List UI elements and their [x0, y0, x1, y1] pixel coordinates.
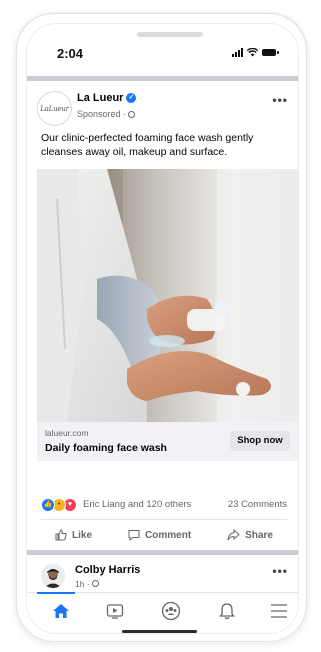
brand-name[interactable]: La Lueur [77, 92, 123, 104]
more-options-icon[interactable]: ••• [272, 93, 288, 107]
next-post-more-icon[interactable]: ••• [272, 564, 288, 578]
signal-icon [232, 48, 243, 57]
brand-logo-text: LaLueur [40, 104, 69, 113]
link-preview-bar[interactable]: lalueur.com Daily foaming face wash Shop… [37, 422, 298, 461]
like-reaction-icon: 👍 [41, 498, 55, 512]
video-icon [106, 604, 124, 619]
post-caption: Our clinic-perfected foaming face wash g… [41, 132, 254, 158]
share-label: Share [245, 529, 273, 541]
comment-icon [128, 530, 140, 541]
comment-label: Comment [145, 529, 192, 541]
share-button[interactable]: Share [227, 529, 273, 541]
post-actions: Like Comment Share [37, 524, 291, 546]
like-label: Like [72, 529, 93, 541]
feed-separator-2 [27, 550, 298, 555]
comment-button[interactable]: Comment [128, 529, 191, 541]
avatar[interactable] [41, 564, 65, 588]
avatar-photo [41, 564, 65, 588]
reaction-names[interactable]: Eric Liang and 120 others [83, 499, 191, 510]
tab-home[interactable] [49, 600, 73, 622]
notifications-icon [219, 603, 235, 620]
link-headline: Daily foaming face wash [45, 442, 167, 454]
home-indicator[interactable] [122, 630, 197, 633]
active-tab-indicator [37, 592, 75, 594]
verified-badge-icon: ✓ [126, 93, 137, 103]
wifi-icon [247, 48, 258, 57]
next-post-author[interactable]: Colby Harris [75, 564, 140, 576]
next-post-meta: 1h · [75, 579, 100, 589]
shop-now-button[interactable]: Shop now [230, 431, 290, 451]
reactions-row[interactable]: 👍 • ♥ Eric Liang and 120 others 23 Comme… [41, 498, 287, 512]
ad-image[interactable] [37, 169, 298, 422]
sponsored-label: Sponsored · [77, 109, 127, 119]
sponsored-row: Sponsored · [77, 109, 136, 119]
next-post-header: Colby Harris 1h · ••• [27, 556, 298, 592]
reaction-icons: 👍 • ♥ [41, 498, 77, 512]
comment-count[interactable]: 23 Comments [228, 499, 287, 510]
thumbs-up-icon [55, 529, 67, 541]
like-button[interactable]: Like [55, 529, 92, 541]
post-header: LaLueur La Lueur ✓ Sponsored · ••• [27, 85, 298, 126]
ad-photo [37, 169, 298, 422]
globe-icon [92, 580, 100, 587]
brand-name-row[interactable]: La Lueur ✓ [77, 92, 137, 104]
next-post-time: 1h · [75, 579, 93, 589]
share-icon [227, 529, 240, 541]
feed-separator [27, 76, 298, 81]
tab-groups[interactable] [159, 600, 183, 622]
bottom-tab-bar [27, 592, 298, 633]
menu-icon [271, 604, 287, 618]
groups-icon [161, 601, 181, 621]
tab-video[interactable] [103, 600, 127, 622]
globe-icon [128, 110, 136, 118]
actions-divider-top [41, 519, 287, 520]
tab-menu[interactable] [267, 600, 291, 622]
battery-icon [262, 49, 279, 56]
tab-notifications[interactable] [215, 600, 239, 622]
home-icon [53, 604, 69, 618]
phone-frame: 2:04 LaLueur La Lueur ✓ Sponsored · ••• … [16, 13, 307, 642]
status-time: 2:04 [57, 46, 84, 61]
link-domain: lalueur.com [45, 428, 89, 438]
brand-logo[interactable]: LaLueur [37, 91, 72, 126]
phone-screen: 2:04 LaLueur La Lueur ✓ Sponsored · ••• … [26, 23, 299, 634]
status-bar: 2:04 [27, 24, 298, 72]
status-icons [232, 48, 279, 57]
